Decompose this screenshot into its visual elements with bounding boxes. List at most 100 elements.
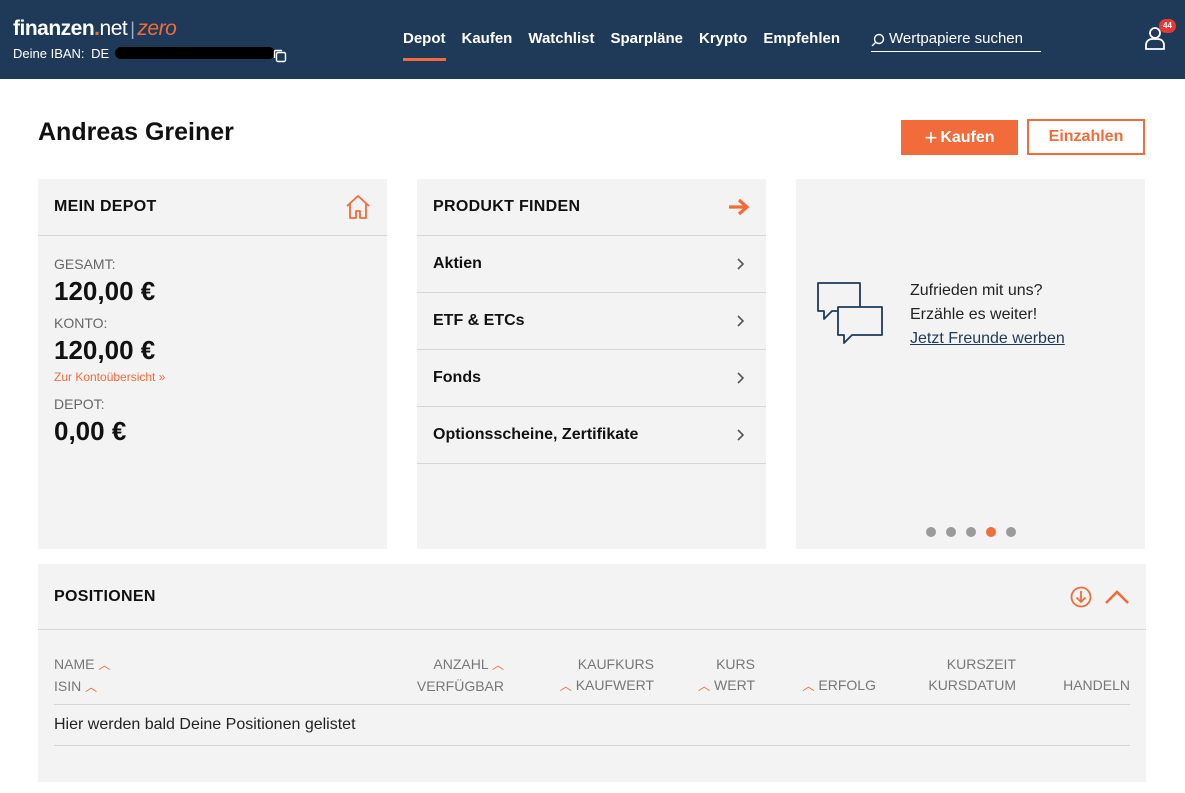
product-item-etf[interactable]: ETF & ETCs (417, 293, 766, 350)
col-kurs-label: KURS (716, 656, 755, 672)
col-verfuegbar-label: VERFÜGBAR (416, 678, 504, 694)
product-item-label: Aktien (433, 255, 482, 272)
iban-display: Deine IBAN: DE (13, 46, 275, 61)
logo-net: net (99, 17, 128, 40)
page-title: Andreas Greiner (38, 118, 234, 146)
chevron-right-icon (737, 258, 745, 270)
col-isin: ISIN (54, 678, 82, 694)
deposit-button[interactable]: Einzahlen (1027, 119, 1145, 155)
nav-kaufen[interactable]: Kaufen (462, 30, 513, 59)
depot-value: 0,00 € (54, 416, 127, 446)
sort-up-icon[interactable]: ︿ (698, 679, 710, 693)
carousel-dot[interactable] (966, 527, 976, 537)
nav-depot[interactable]: Depot (403, 30, 446, 61)
positions-header: POSITIONEN (38, 564, 1146, 630)
chevron-right-icon (737, 429, 745, 441)
col-name-isin[interactable]: NAME ︿ ISIN ︿ (54, 654, 110, 698)
download-icon[interactable] (1070, 586, 1092, 608)
finanzen-zero-logo[interactable]: finanzen.net | zero (13, 17, 177, 41)
col-anzahl-label: ANZAHL (433, 656, 489, 672)
product-item-aktien[interactable]: Aktien (417, 236, 766, 293)
col-handeln: HANDELN (1063, 654, 1130, 696)
sort-up-icon[interactable]: ︿ (98, 658, 110, 672)
search-input[interactable] (889, 30, 1039, 47)
product-item-optionsscheine[interactable]: Optionsscheine, Zertifikate (417, 407, 766, 464)
col-handeln-label: HANDELN (1063, 677, 1130, 693)
account-overview-link[interactable]: Zur Kontoübersicht » (54, 370, 371, 384)
chevron-up-icon[interactable] (1104, 588, 1130, 606)
product-finder-card: PRODUKT FINDEN Aktien ETF & ETCs Fonds O… (417, 179, 766, 549)
account-label: KONTO: (54, 315, 108, 331)
depot-card: MEIN DEPOT GESAMT: 120,00 € KONTO: 120,0… (38, 179, 387, 549)
buy-button[interactable]: + Kaufen (901, 120, 1018, 155)
notification-badge[interactable]: 44 (1159, 19, 1176, 33)
plus-icon: + (924, 124, 938, 150)
promo-line-1: Zufrieden mit uns? (910, 282, 1043, 299)
product-item-fonds[interactable]: Fonds (417, 350, 766, 407)
sort-up-icon[interactable]: ︿ (560, 679, 572, 693)
arrow-right-icon[interactable] (728, 198, 750, 216)
positions-table-header: NAME ︿ ISIN ︿ ANZAHL ︿ VERFÜGBAR KAUFKUR… (54, 630, 1130, 705)
refer-friends-link[interactable]: Jetzt Freunde werben (910, 330, 1065, 347)
promo-text: Zufrieden mit uns? Erzähle es weiter! Je… (910, 279, 1065, 351)
nav-sparplaene[interactable]: Sparpläne (610, 30, 683, 59)
col-kaufwert-label: KAUFWERT (575, 677, 654, 693)
chevron-right-icon (737, 372, 745, 384)
positions-section: POSITIONEN NAME ︿ ISIN ︿ ANZAHL ︿ VERFÜG… (38, 564, 1146, 782)
nav-krypto[interactable]: Krypto (699, 30, 747, 59)
account-value: 120,00 € (54, 335, 156, 365)
logo-product: zero (137, 17, 177, 40)
carousel-dots (926, 527, 1016, 537)
search-icon (871, 33, 885, 47)
col-kurszeit-label: KURSZEIT (946, 656, 1016, 672)
carousel-dot[interactable] (946, 527, 956, 537)
product-item-label: ETF & ETCs (433, 312, 525, 329)
logo-separator: | (130, 19, 135, 39)
positions-empty-message: Hier werden bald Deine Positionen gelist… (54, 705, 1130, 746)
sort-up-icon[interactable]: ︿ (85, 680, 97, 694)
depot-card-header: MEIN DEPOT (38, 179, 387, 236)
col-kursdatum-label: KURSDATUM (928, 677, 1016, 693)
chevron-right-icon (737, 315, 745, 327)
positions-actions (1070, 586, 1130, 608)
main-nav: Depot Kaufen Watchlist Sparpläne Krypto … (403, 30, 840, 61)
depot-label: DEPOT: (54, 396, 105, 412)
carousel-dot[interactable] (1006, 527, 1016, 537)
iban-redaction (115, 47, 275, 59)
total-label: GESAMT: (54, 256, 116, 272)
sort-up-icon[interactable]: ︿ (492, 658, 504, 672)
col-erfolg[interactable]: ︿ ERFOLG (803, 654, 876, 697)
iban-label: Deine IBAN: (13, 46, 85, 61)
iban-value: DE (91, 46, 110, 61)
col-erfolg-label: ERFOLG (818, 677, 876, 693)
col-kurs[interactable]: KURS ︿ WERT (698, 654, 755, 697)
total-value: 120,00 € (54, 276, 156, 306)
positions-title: POSITIONEN (54, 587, 156, 605)
buy-button-label: Kaufen (940, 128, 995, 146)
copy-icon[interactable] (272, 48, 288, 64)
promo-line-2: Erzähle es weiter! (910, 306, 1038, 323)
col-kaufkurs[interactable]: KAUFKURS ︿ KAUFWERT (560, 654, 654, 697)
promo-carousel-card: Zufrieden mit uns? Erzähle es weiter! Je… (796, 179, 1145, 549)
top-navigation-bar: finanzen.net | zero Deine IBAN: DE Depot K… (0, 0, 1185, 79)
carousel-dot-active[interactable] (986, 527, 996, 537)
product-finder-header[interactable]: PRODUKT FINDEN (417, 179, 766, 236)
nav-watchlist[interactable]: Watchlist (528, 30, 594, 59)
col-wert-label: WERT (714, 677, 755, 693)
home-icon[interactable] (345, 194, 371, 220)
col-kaufkurs-label: KAUFKURS (577, 656, 654, 672)
col-kurszeit[interactable]: KURSZEIT KURSDATUM (928, 654, 1016, 696)
carousel-dot[interactable] (926, 527, 936, 537)
col-name: NAME (54, 656, 95, 672)
logo-brand: finanzen (13, 17, 95, 40)
product-item-label: Optionsscheine, Zertifikate (433, 426, 639, 443)
depot-card-body: GESAMT: 120,00 € KONTO: 120,00 € Zur Kon… (38, 236, 387, 473)
search-bar (871, 26, 1041, 52)
product-item-label: Fonds (433, 369, 481, 386)
col-anzahl[interactable]: ANZAHL ︿ VERFÜGBAR (417, 654, 504, 697)
sort-up-icon[interactable]: ︿ (803, 679, 815, 693)
chat-bubbles-icon (817, 282, 883, 344)
product-finder-title: PRODUKT FINDEN (433, 198, 581, 215)
nav-empfehlen[interactable]: Empfehlen (763, 30, 840, 59)
depot-card-title: MEIN DEPOT (54, 198, 157, 215)
